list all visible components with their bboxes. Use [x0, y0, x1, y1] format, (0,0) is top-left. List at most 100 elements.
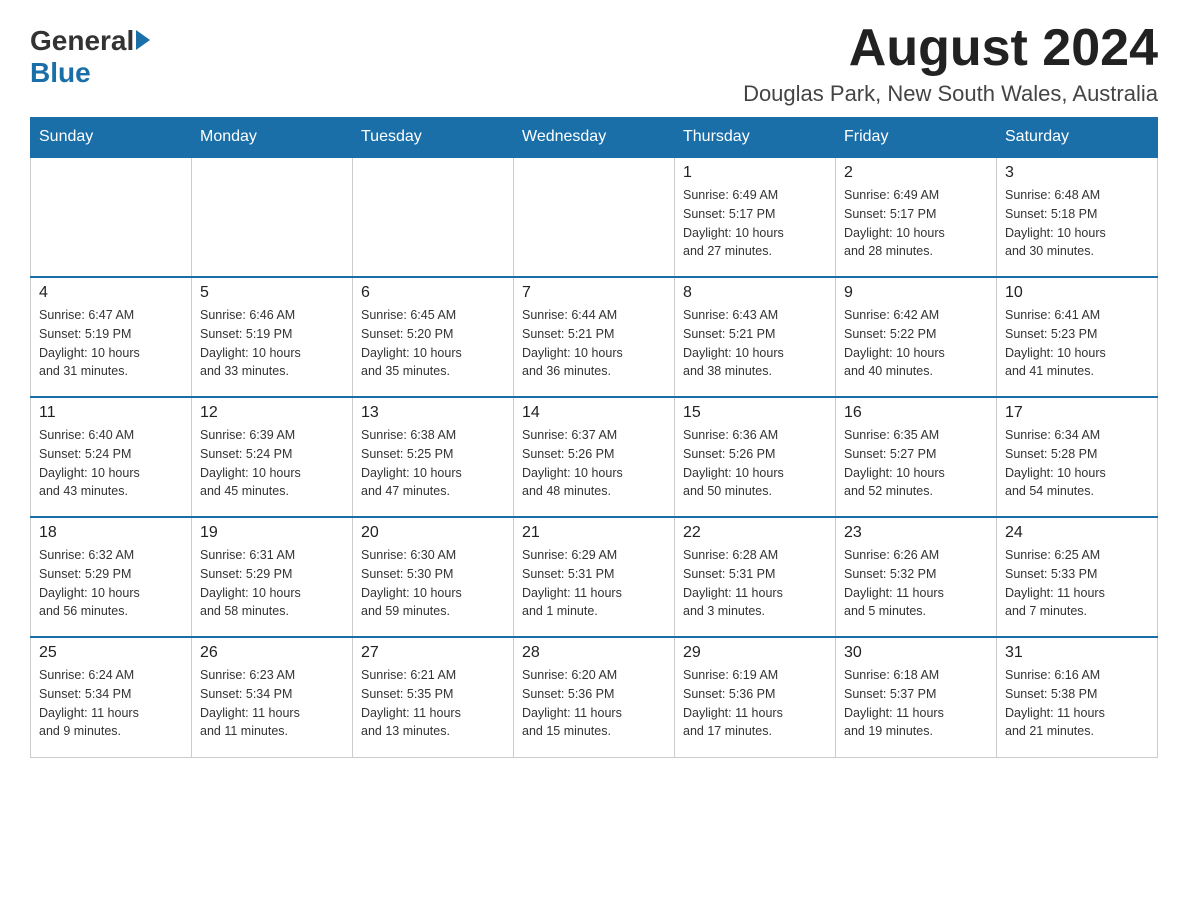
calendar-cell: 3 Sunrise: 6:48 AM Sunset: 5:18 PM Daylig… — [997, 157, 1158, 277]
calendar-header-tuesday: Tuesday — [353, 118, 514, 158]
logo-blue-text: Blue — [30, 57, 91, 88]
day-number: 5 — [200, 284, 344, 302]
day-number: 25 — [39, 644, 183, 662]
day-number: 14 — [522, 404, 666, 422]
day-info: Sunrise: 6:49 AM Sunset: 5:17 PM Dayligh… — [844, 186, 988, 261]
day-info: Sunrise: 6:31 AM Sunset: 5:29 PM Dayligh… — [200, 546, 344, 621]
calendar-cell — [192, 157, 353, 277]
day-info: Sunrise: 6:23 AM Sunset: 5:34 PM Dayligh… — [200, 666, 344, 741]
calendar-cell: 14 Sunrise: 6:37 AM Sunset: 5:26 PM Dayli… — [514, 397, 675, 517]
calendar-header-sunday: Sunday — [31, 118, 192, 158]
day-info: Sunrise: 6:48 AM Sunset: 5:18 PM Dayligh… — [1005, 186, 1149, 261]
day-number: 17 — [1005, 404, 1149, 422]
day-info: Sunrise: 6:42 AM Sunset: 5:22 PM Dayligh… — [844, 306, 988, 381]
calendar-week-row: 18Sunrise: 6:32 AM Sunset: 5:29 PM Dayli… — [31, 517, 1158, 637]
day-number: 23 — [844, 524, 988, 542]
day-info: Sunrise: 6:19 AM Sunset: 5:36 PM Dayligh… — [683, 666, 827, 741]
calendar-cell: 16Sunrise: 6:35 AM Sunset: 5:27 PM Dayli… — [836, 397, 997, 517]
day-number: 22 — [683, 524, 827, 542]
logo-general-text: General — [30, 25, 134, 57]
day-info: Sunrise: 6:38 AM Sunset: 5:25 PM Dayligh… — [361, 426, 505, 501]
day-info: Sunrise: 6:47 AM Sunset: 5:19 PM Dayligh… — [39, 306, 183, 381]
day-info: Sunrise: 6:37 AM Sunset: 5:26 PM Dayligh… — [522, 426, 666, 501]
calendar-cell: 4 Sunrise: 6:47 AM Sunset: 5:19 PM Daylig… — [31, 277, 192, 397]
day-info: Sunrise: 6:29 AM Sunset: 5:31 PM Dayligh… — [522, 546, 666, 621]
day-number: 26 — [200, 644, 344, 662]
location-subtitle: Douglas Park, New South Wales, Australia — [743, 81, 1158, 107]
day-number: 24 — [1005, 524, 1149, 542]
calendar-cell: 15Sunrise: 6:36 AM Sunset: 5:26 PM Dayli… — [675, 397, 836, 517]
calendar-cell: 30 Sunrise: 6:18 AM Sunset: 5:37 PM Dayli… — [836, 637, 997, 757]
title-area: August 2024 Douglas Park, New South Wale… — [743, 20, 1158, 107]
day-number: 2 — [844, 164, 988, 182]
calendar-header-row: SundayMondayTuesdayWednesdayThursdayFrid… — [31, 118, 1158, 158]
day-info: Sunrise: 6:39 AM Sunset: 5:24 PM Dayligh… — [200, 426, 344, 501]
calendar-header-saturday: Saturday — [997, 118, 1158, 158]
day-number: 3 — [1005, 164, 1149, 182]
logo-triangle-icon — [136, 30, 150, 50]
calendar-cell: 29Sunrise: 6:19 AM Sunset: 5:36 PM Dayli… — [675, 637, 836, 757]
calendar-week-row: 1 Sunrise: 6:49 AM Sunset: 5:17 PM Daylig… — [31, 157, 1158, 277]
calendar-header-monday: Monday — [192, 118, 353, 158]
calendar-cell: 6 Sunrise: 6:45 AM Sunset: 5:20 PM Daylig… — [353, 277, 514, 397]
day-number: 20 — [361, 524, 505, 542]
calendar-header-wednesday: Wednesday — [514, 118, 675, 158]
day-number: 1 — [683, 164, 827, 182]
day-info: Sunrise: 6:44 AM Sunset: 5:21 PM Dayligh… — [522, 306, 666, 381]
calendar-cell: 13 Sunrise: 6:38 AM Sunset: 5:25 PM Dayli… — [353, 397, 514, 517]
header: General Blue August 2024 Douglas Park, N… — [30, 20, 1158, 107]
day-number: 16 — [844, 404, 988, 422]
day-number: 31 — [1005, 644, 1149, 662]
calendar-cell: 8 Sunrise: 6:43 AM Sunset: 5:21 PM Daylig… — [675, 277, 836, 397]
day-number: 13 — [361, 404, 505, 422]
calendar-header-friday: Friday — [836, 118, 997, 158]
day-number: 9 — [844, 284, 988, 302]
day-number: 28 — [522, 644, 666, 662]
day-number: 12 — [200, 404, 344, 422]
day-info: Sunrise: 6:24 AM Sunset: 5:34 PM Dayligh… — [39, 666, 183, 741]
calendar-week-row: 4 Sunrise: 6:47 AM Sunset: 5:19 PM Daylig… — [31, 277, 1158, 397]
calendar-cell — [31, 157, 192, 277]
calendar-cell: 28Sunrise: 6:20 AM Sunset: 5:36 PM Dayli… — [514, 637, 675, 757]
day-info: Sunrise: 6:40 AM Sunset: 5:24 PM Dayligh… — [39, 426, 183, 501]
day-number: 4 — [39, 284, 183, 302]
day-info: Sunrise: 6:34 AM Sunset: 5:28 PM Dayligh… — [1005, 426, 1149, 501]
day-info: Sunrise: 6:43 AM Sunset: 5:21 PM Dayligh… — [683, 306, 827, 381]
calendar-cell: 19Sunrise: 6:31 AM Sunset: 5:29 PM Dayli… — [192, 517, 353, 637]
calendar-cell: 2 Sunrise: 6:49 AM Sunset: 5:17 PM Daylig… — [836, 157, 997, 277]
day-info: Sunrise: 6:36 AM Sunset: 5:26 PM Dayligh… — [683, 426, 827, 501]
calendar-cell: 22 Sunrise: 6:28 AM Sunset: 5:31 PM Dayli… — [675, 517, 836, 637]
day-info: Sunrise: 6:26 AM Sunset: 5:32 PM Dayligh… — [844, 546, 988, 621]
calendar-cell — [353, 157, 514, 277]
calendar-cell: 26 Sunrise: 6:23 AM Sunset: 5:34 PM Dayli… — [192, 637, 353, 757]
day-number: 11 — [39, 404, 183, 422]
logo: General Blue — [30, 20, 150, 89]
day-info: Sunrise: 6:41 AM Sunset: 5:23 PM Dayligh… — [1005, 306, 1149, 381]
day-info: Sunrise: 6:30 AM Sunset: 5:30 PM Dayligh… — [361, 546, 505, 621]
day-number: 8 — [683, 284, 827, 302]
day-number: 6 — [361, 284, 505, 302]
calendar-cell: 18Sunrise: 6:32 AM Sunset: 5:29 PM Dayli… — [31, 517, 192, 637]
day-info: Sunrise: 6:46 AM Sunset: 5:19 PM Dayligh… — [200, 306, 344, 381]
calendar-cell: 9 Sunrise: 6:42 AM Sunset: 5:22 PM Daylig… — [836, 277, 997, 397]
calendar-cell: 7Sunrise: 6:44 AM Sunset: 5:21 PM Daylig… — [514, 277, 675, 397]
calendar-week-row: 25 Sunrise: 6:24 AM Sunset: 5:34 PM Dayli… — [31, 637, 1158, 757]
month-year-title: August 2024 — [743, 20, 1158, 77]
day-number: 30 — [844, 644, 988, 662]
day-info: Sunrise: 6:18 AM Sunset: 5:37 PM Dayligh… — [844, 666, 988, 741]
calendar-cell: 17 Sunrise: 6:34 AM Sunset: 5:28 PM Dayli… — [997, 397, 1158, 517]
calendar-cell: 5 Sunrise: 6:46 AM Sunset: 5:19 PM Daylig… — [192, 277, 353, 397]
day-number: 27 — [361, 644, 505, 662]
calendar-table: SundayMondayTuesdayWednesdayThursdayFrid… — [30, 117, 1158, 758]
calendar-cell: 24 Sunrise: 6:25 AM Sunset: 5:33 PM Dayli… — [997, 517, 1158, 637]
calendar-cell: 12 Sunrise: 6:39 AM Sunset: 5:24 PM Dayli… — [192, 397, 353, 517]
day-number: 21 — [522, 524, 666, 542]
day-info: Sunrise: 6:49 AM Sunset: 5:17 PM Dayligh… — [683, 186, 827, 261]
day-info: Sunrise: 6:28 AM Sunset: 5:31 PM Dayligh… — [683, 546, 827, 621]
calendar-cell — [514, 157, 675, 277]
day-info: Sunrise: 6:45 AM Sunset: 5:20 PM Dayligh… — [361, 306, 505, 381]
calendar-cell: 11 Sunrise: 6:40 AM Sunset: 5:24 PM Dayli… — [31, 397, 192, 517]
day-info: Sunrise: 6:25 AM Sunset: 5:33 PM Dayligh… — [1005, 546, 1149, 621]
day-info: Sunrise: 6:21 AM Sunset: 5:35 PM Dayligh… — [361, 666, 505, 741]
day-info: Sunrise: 6:16 AM Sunset: 5:38 PM Dayligh… — [1005, 666, 1149, 741]
